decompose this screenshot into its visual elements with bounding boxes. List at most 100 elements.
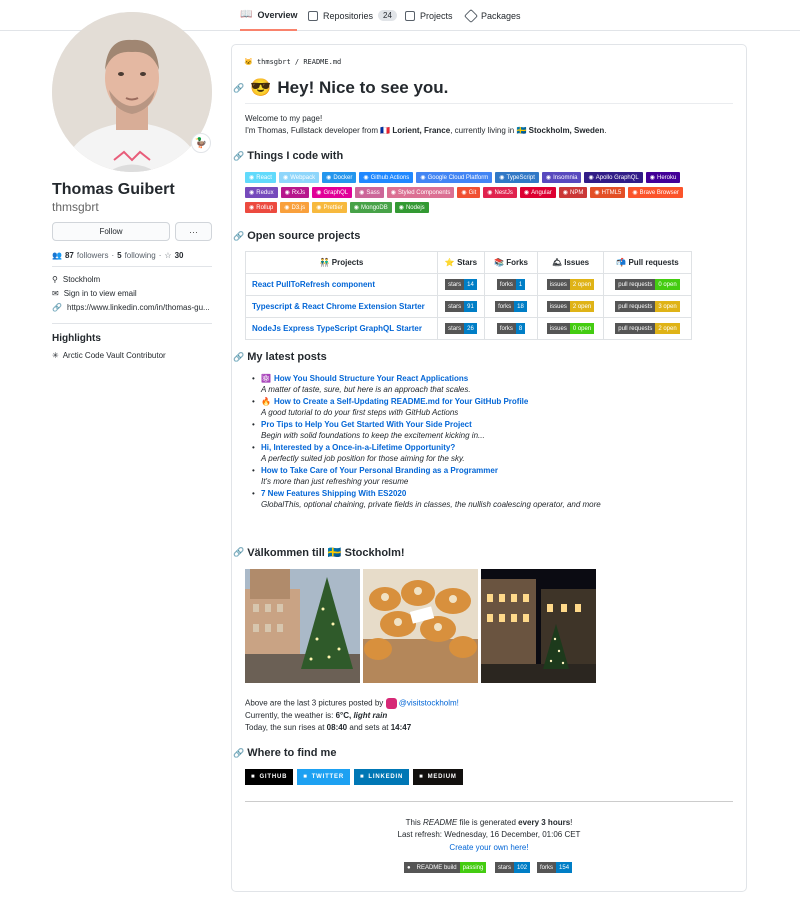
tech-badge[interactable]: ◉ Git: [457, 187, 481, 198]
anchor-link-icon[interactable]: 🔗: [233, 151, 244, 162]
anchor-link-icon[interactable]: 🔗: [233, 547, 244, 558]
tech-badge[interactable]: ◉ Heroku: [645, 172, 681, 183]
stars-badge[interactable]: stars 26: [445, 323, 477, 335]
profile-name: Thomas Guibert: [52, 181, 175, 198]
tech-icon: ◉: [249, 205, 255, 211]
issues-badge[interactable]: issues 2 open: [546, 279, 595, 291]
tab-projects[interactable]: Projects: [405, 0, 453, 31]
follow-button[interactable]: Follow: [52, 222, 170, 241]
tech-badge[interactable]: ◉ Webpack: [278, 172, 320, 183]
highlight-arctic-vault[interactable]: ✳ Arctic Code Vault Contributor: [52, 351, 166, 360]
badge-label: pull requests: [615, 279, 656, 291]
post-link[interactable]: How to Take Care of Your Personal Brandi…: [261, 466, 498, 475]
photo-christmas-tree-square[interactable]: [245, 569, 360, 683]
tab-repositories[interactable]: Repositories 24: [308, 0, 397, 31]
more-options-button[interactable]: ···: [175, 222, 212, 241]
social-linkedin-button[interactable]: ■ LINKEDIN: [353, 769, 410, 785]
tech-badge[interactable]: ◉ Styled Components: [386, 187, 455, 198]
stars-count[interactable]: 30: [175, 251, 184, 260]
prs-badge[interactable]: pull requests 2 open: [615, 323, 680, 335]
tech-badge[interactable]: ◉ Docker: [322, 172, 357, 183]
tech-badge-label: Insomnia: [553, 174, 578, 181]
tech-badge[interactable]: ◉ GraphQL: [312, 187, 353, 198]
tech-icon: ◉: [359, 190, 365, 196]
col-issues: 🛎 Issues: [537, 251, 604, 274]
forks-badge[interactable]: forks 18: [495, 301, 527, 313]
social-medium-button[interactable]: ■ MEDIUM: [413, 769, 463, 785]
tech-badge[interactable]: ◉ Nodejs: [394, 202, 429, 213]
sun-times: Today, the sun rises at 08:40 and sets a…: [245, 723, 412, 732]
project-link[interactable]: Typescript & React Chrome Extension Star…: [252, 302, 425, 311]
forks-badge[interactable]: forks 1: [496, 279, 526, 291]
post-link[interactable]: Pro Tips to Help You Get Started With Yo…: [261, 420, 472, 429]
anchor-link-icon[interactable]: 🔗: [233, 748, 244, 759]
tech-badge[interactable]: ◉ Insomnia: [541, 172, 582, 183]
forks-badge[interactable]: forks 154: [537, 862, 573, 873]
post-link[interactable]: Hi, Interested by a Once-in-a-Lifetime O…: [261, 443, 455, 452]
photo-buns-basket[interactable]: [363, 569, 478, 683]
social-github-button[interactable]: ■ GITHUB: [245, 769, 294, 785]
tech-badge[interactable]: ◉ RxJs: [280, 187, 310, 198]
post-link[interactable]: 7 New Features Shipping With ES2020: [261, 489, 406, 498]
followers-label[interactable]: followers: [77, 251, 109, 260]
tech-icon: ◉: [594, 190, 600, 196]
tab-packages[interactable]: Packages: [463, 0, 521, 31]
following-label[interactable]: following: [125, 251, 156, 260]
post-link[interactable]: How to Create a Self-Updating README.md …: [274, 397, 528, 406]
stars-badge[interactable]: stars 14: [445, 279, 477, 291]
tech-badge[interactable]: ◉ Redux: [245, 187, 278, 198]
badge-value: 2 open: [569, 301, 595, 313]
tech-badge[interactable]: ◉ Github Actions: [359, 172, 414, 183]
tech-icon: ◉: [649, 175, 656, 181]
tech-badge[interactable]: ◉ NPM: [558, 187, 588, 198]
readme-build-badge[interactable]: ● README build passing: [404, 862, 487, 873]
instagram-link[interactable]: @visitstockholm!: [399, 699, 459, 708]
tech-badge[interactable]: ◉ Apollo GraphQL: [584, 172, 643, 183]
project-link[interactable]: NodeJs Express TypeScript GraphQL Starte…: [252, 324, 422, 333]
website-link[interactable]: 🔗 https://www.linkedin.com/in/thomas-gu..…: [52, 303, 210, 312]
followers-count[interactable]: 87: [65, 251, 74, 260]
tech-icon: ◉: [326, 175, 332, 181]
issues-badge[interactable]: issues 2 open: [546, 301, 595, 313]
tech-badge-label: NestJs: [494, 189, 513, 196]
social-label: MEDIUM: [427, 774, 457, 780]
tab-overview[interactable]: 📖 Overview: [240, 0, 298, 31]
project-link[interactable]: React PullToRefresh component: [252, 280, 375, 289]
tech-badge[interactable]: ◉ D3.js: [280, 202, 310, 213]
tech-badge-label: TypeScript: [506, 174, 535, 181]
prs-badge[interactable]: pull requests 0 open: [615, 279, 680, 291]
tech-badge[interactable]: ◉ Angular: [519, 187, 556, 198]
anchor-link-icon[interactable]: 🔗: [233, 352, 244, 363]
anchor-link-icon[interactable]: 🔗: [233, 231, 244, 242]
following-count[interactable]: 5: [117, 251, 121, 260]
tech-badge[interactable]: ◉ Sass: [355, 187, 384, 198]
readme-owner-link[interactable]: thmsgbrt: [257, 58, 291, 66]
tech-badge-label: HTML5: [601, 189, 622, 196]
tech-badges: ◉ React ◉ Webpack ◉ Docker ◉ Github Actions ◉ Goo…: [245, 172, 735, 213]
issues-badge[interactable]: issues 0 open: [546, 323, 595, 335]
tech-badge[interactable]: ◉ HTML5: [590, 187, 626, 198]
tech-badge[interactable]: ◉ TypeScript: [495, 172, 539, 183]
tech-badge[interactable]: ◉ Google Cloud Platform: [416, 172, 493, 183]
prs-badge[interactable]: pull requests 3 open: [615, 301, 680, 313]
tech-badge[interactable]: ◉ React: [245, 172, 276, 183]
stars-badge[interactable]: stars 91: [445, 301, 477, 313]
post-description: Begin with solid foundations to keep the…: [261, 431, 485, 440]
social-twitter-button[interactable]: ■ TWITTER: [297, 769, 350, 785]
tech-badge[interactable]: ◉ Rollup: [245, 202, 278, 213]
tech-badge[interactable]: ◉ Prettier: [312, 202, 347, 213]
post-link[interactable]: How You Should Structure Your React Appl…: [274, 374, 468, 383]
tech-badge[interactable]: ◉ NestJs: [483, 187, 517, 198]
photo-night-street[interactable]: [481, 569, 596, 683]
tech-badge[interactable]: ◉ Brave Browser: [628, 187, 683, 198]
email[interactable]: ✉ Sign in to view email: [52, 289, 137, 298]
forks-badge[interactable]: forks 8: [496, 323, 526, 335]
tech-badge-label: MongoDB: [361, 204, 388, 211]
create-own-link[interactable]: Create your own here!: [449, 843, 528, 852]
status-emoji-button[interactable]: 🦆: [191, 133, 211, 153]
avatar[interactable]: [52, 12, 212, 172]
anchor-link-icon[interactable]: 🔗: [233, 83, 244, 94]
tech-badge[interactable]: ◉ MongoDB: [349, 202, 392, 213]
stars-badge[interactable]: stars 102: [495, 862, 531, 873]
badge-value: 3 open: [655, 301, 680, 313]
